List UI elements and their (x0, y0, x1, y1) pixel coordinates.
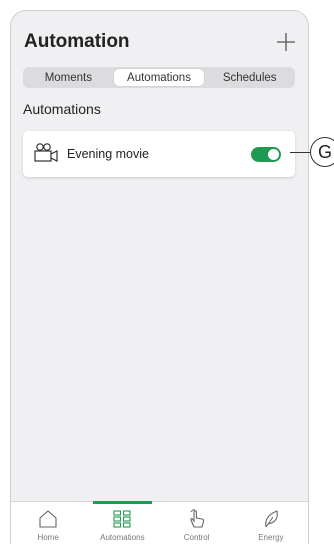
segmented-control: Moments Automations Schedules (23, 67, 295, 88)
tab-home[interactable]: Home (11, 502, 85, 544)
leaf-icon (265, 510, 278, 528)
bottom-tab-bar: Home Automations Control Energy (11, 501, 308, 544)
home-icon (39, 510, 57, 528)
segment-automations[interactable]: Automations (113, 69, 205, 86)
tab-label-automations: Automations (100, 533, 145, 542)
tab-label-control: Control (183, 533, 210, 542)
automation-label: Evening movie (67, 147, 149, 161)
tab-control[interactable]: Control (160, 502, 234, 544)
toggle-knob (268, 149, 279, 160)
grid-icon (113, 510, 131, 528)
tab-label-home: Home (37, 533, 59, 542)
callout-marker: G (310, 137, 334, 167)
segment-schedules[interactable]: Schedules (204, 67, 295, 88)
tab-label-energy: Energy (258, 533, 284, 542)
automation-card-evening-movie[interactable]: Evening movie (23, 131, 295, 177)
automation-toggle[interactable] (251, 147, 281, 162)
tab-automations[interactable]: Automations (85, 501, 159, 544)
hand-pointer-icon (189, 509, 204, 528)
callout-leader-line (290, 152, 312, 153)
page-title: Automation (24, 31, 130, 52)
add-icon[interactable] (274, 30, 298, 54)
phone-screen: Automation Moments Automations Schedules… (10, 10, 309, 544)
segment-moments[interactable]: Moments (23, 67, 114, 88)
section-title: Automations (23, 101, 101, 117)
movie-camera-icon (34, 143, 58, 162)
tab-energy[interactable]: Energy (234, 502, 308, 544)
